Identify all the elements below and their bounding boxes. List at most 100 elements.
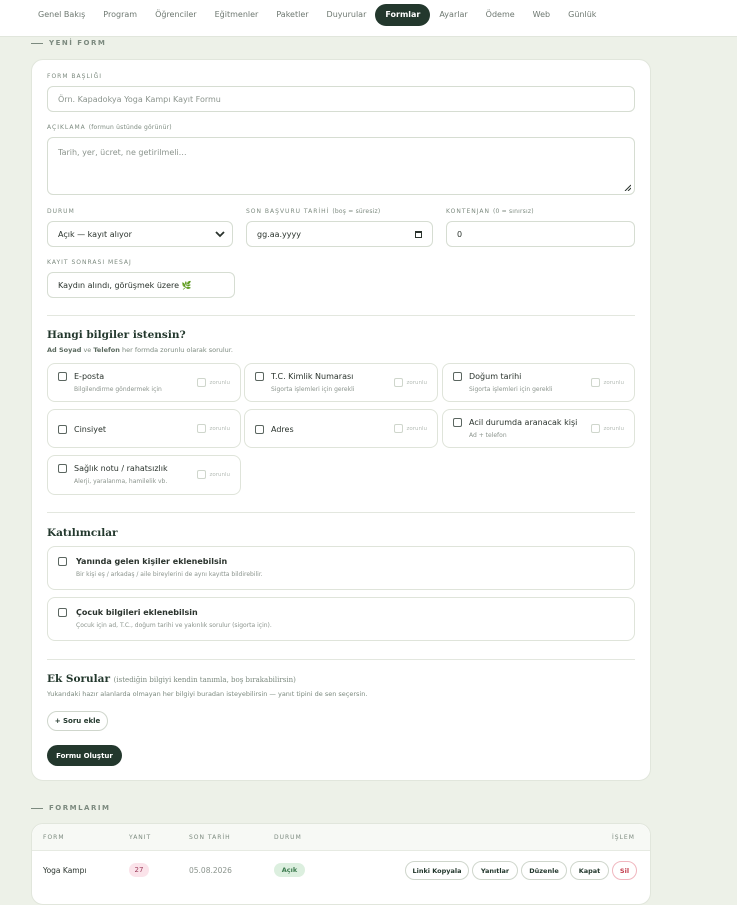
required-toggle[interactable]: zorunlu [393, 378, 428, 387]
form-title-input[interactable]: Örn. Kapadokya Yoga Kampı Kayıt Formu [47, 86, 635, 112]
checkbox[interactable] [58, 608, 67, 617]
after-message-input[interactable]: Kaydın alındı, görüşmek üzere 🌿 [47, 272, 235, 298]
field-option-birthdate[interactable]: Doğum tarihi Sigorta işlemleri için gere… [442, 363, 635, 402]
capacity-label-sub: (0 = sınırsız) [492, 208, 534, 215]
option-label: Çocuk bilgileri eklenebilsin [76, 608, 198, 617]
checkbox[interactable] [453, 418, 462, 427]
field-option-address[interactable]: Adres zorunlu [244, 409, 438, 448]
checkbox[interactable] [58, 557, 67, 566]
nav-instructors[interactable]: Eğitmenler [206, 4, 268, 26]
participants-title: Katılımcılar [47, 527, 118, 539]
required-toggle[interactable]: zorunlu [590, 424, 624, 433]
option-label: Adres [271, 425, 294, 434]
create-form-button[interactable]: Formu Oluştur [47, 745, 122, 766]
extra-title-text: Ek Sorular [47, 673, 111, 685]
checkbox[interactable] [58, 372, 67, 381]
checkbox[interactable] [255, 372, 264, 381]
copy-link-button[interactable]: Linki Kopyala [405, 861, 469, 880]
option-desc: Bilgilendirme göndermek için [74, 386, 162, 393]
delete-button[interactable]: Sil [612, 861, 637, 880]
nav-daily[interactable]: Günlük [559, 4, 605, 26]
required-toggle[interactable]: zorunlu [393, 424, 428, 433]
option-label: Doğum tarihi [469, 372, 522, 381]
row-deadline: 05.08.2026 [189, 866, 232, 875]
responses-button[interactable]: Yanıtlar [472, 861, 518, 880]
description-textarea[interactable]: Tarih, yer, ücret, ne getirilmeli… [47, 137, 635, 195]
deadline-label-sub: (boş = süresiz) [332, 208, 381, 215]
deadline-date-input[interactable]: gg.aa.yyyy [246, 221, 433, 247]
required-toggle[interactable]: zorunlu [196, 378, 230, 387]
status-select-value: Açık — kayıt alıyor [58, 229, 132, 239]
field-option-emergency[interactable]: Acil durumda aranacak kişi Ad + telefon … [442, 409, 635, 448]
option-desc: Çocuk için ad, T.C., doğum tarihi ve yak… [76, 622, 272, 629]
nav-payment[interactable]: Ödeme [477, 4, 524, 26]
required-label: zorunlu [603, 379, 625, 386]
fields-section-title: Hangi bilgiler istensin? [47, 329, 186, 341]
nav-students[interactable]: Öğrenciler [146, 4, 206, 26]
top-navigation-bar: Genel Bakış Program Öğrenciler Eğitmenle… [0, 0, 737, 37]
divider [47, 659, 635, 660]
participant-option-companions[interactable]: Yanında gelen kişiler eklenebilsin Bir k… [47, 546, 635, 590]
required-checkbox[interactable] [590, 378, 600, 387]
option-label: T.C. Kimlik Numarası [271, 372, 354, 381]
field-option-health[interactable]: Sağlık notu / rahatsızlık Alerji, yarala… [47, 455, 241, 495]
status-select[interactable]: Açık — kayıt alıyor [47, 221, 233, 247]
extra-questions-note: Yukarıdaki hazır alanlarda olmayan her b… [47, 690, 368, 698]
checkbox[interactable] [453, 372, 462, 381]
dash-decoration [31, 42, 43, 44]
option-label: Yanında gelen kişiler eklenebilsin [76, 557, 228, 566]
nav-settings[interactable]: Ayarlar [430, 4, 476, 26]
divider [47, 315, 635, 316]
nav-forms[interactable]: Formlar [375, 4, 431, 26]
description-label-text: AÇIKLAMA [47, 124, 86, 131]
required-toggle[interactable]: zorunlu [196, 470, 230, 479]
required-label: zorunlu [406, 379, 428, 386]
after-message-label: KAYIT SONRASI MESAJ [47, 259, 132, 266]
participant-option-children[interactable]: Çocuk bilgileri eklenebilsin Çocuk için … [47, 597, 635, 641]
checkbox[interactable] [58, 464, 67, 473]
required-label: zorunlu [209, 425, 231, 432]
deadline-placeholder: gg.aa.yyyy [257, 229, 301, 239]
capacity-input[interactable]: 0 [446, 221, 635, 247]
calendar-icon[interactable] [415, 231, 422, 238]
required-checkbox[interactable] [393, 378, 403, 387]
my-forms-section-label: FORMLARIM [31, 804, 110, 812]
nav-packages[interactable]: Paketler [267, 4, 317, 26]
nav-program[interactable]: Program [94, 4, 146, 26]
option-label: Cinsiyet [74, 425, 107, 434]
nav-web[interactable]: Web [524, 4, 559, 26]
add-question-button[interactable]: + Soru ekle [47, 711, 108, 731]
option-desc: Sigorta işlemleri için gerekli [271, 386, 355, 393]
checkbox[interactable] [58, 425, 67, 434]
close-form-button[interactable]: Kapat [570, 861, 609, 880]
required-label: zorunlu [406, 425, 428, 432]
note-bold-phone: Telefon [93, 346, 120, 354]
extra-title-sub: (istediğin bilgiyi kendin tanımla, boş b… [113, 676, 296, 684]
required-checkbox[interactable] [590, 424, 600, 433]
required-checkbox[interactable] [196, 470, 206, 479]
deadline-label: SON BAŞVURU TARİHİ (boş = süresiz) [246, 208, 380, 215]
checkbox[interactable] [255, 425, 264, 434]
field-option-email[interactable]: E-posta Bilgilendirme göndermek için zor… [47, 363, 241, 402]
note-bold-name: Ad Soyad [47, 346, 82, 354]
nav-announcements[interactable]: Duyurular [318, 4, 376, 26]
new-form-card: FORM BAŞLIĞI Örn. Kapadokya Yoga Kampı K… [31, 59, 651, 781]
required-checkbox[interactable] [196, 378, 206, 387]
row-form-name[interactable]: Yoga Kampı [43, 866, 86, 875]
new-form-section-label: YENİ FORM [31, 39, 106, 47]
deadline-label-text: SON BAŞVURU TARİHİ [246, 208, 330, 215]
edit-button[interactable]: Düzenle [521, 861, 567, 880]
extra-questions-title: Ek Sorular (istediğin bilgiyi kendin tan… [47, 673, 296, 685]
required-checkbox[interactable] [196, 424, 206, 433]
main-nav: Genel Bakış Program Öğrenciler Eğitmenle… [29, 4, 605, 26]
form-title-label: FORM BAŞLIĞI [47, 73, 102, 80]
required-checkbox[interactable] [393, 424, 403, 433]
description-label: AÇIKLAMA (formun üstünde görünür) [47, 124, 172, 131]
field-option-gender[interactable]: Cinsiyet zorunlu [47, 409, 241, 448]
field-option-tc[interactable]: T.C. Kimlik Numarası Sigorta işlemleri i… [244, 363, 438, 402]
option-desc: Ad + telefon [469, 432, 507, 439]
required-toggle[interactable]: zorunlu [590, 378, 625, 387]
resize-handle-icon[interactable] [624, 184, 631, 191]
required-toggle[interactable]: zorunlu [196, 424, 231, 433]
nav-overview[interactable]: Genel Bakış [29, 4, 94, 26]
